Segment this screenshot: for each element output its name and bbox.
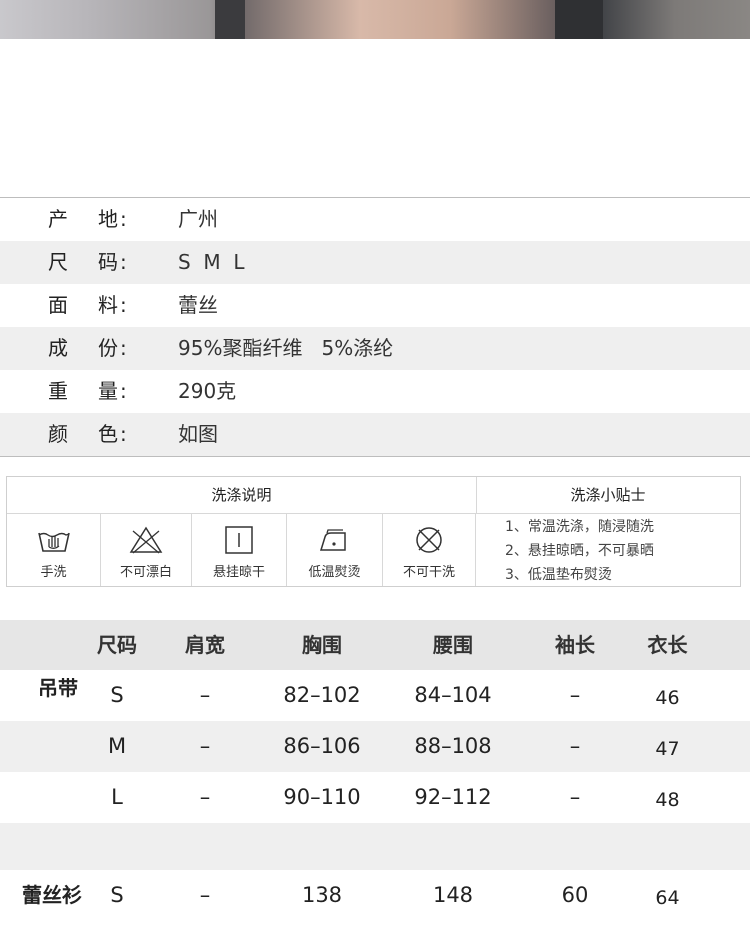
no-dry-clean-icon	[416, 527, 442, 553]
cell-size: M	[107, 734, 127, 758]
spec-label: 重量	[48, 379, 148, 403]
spec-row-composition: 成份 : 95%聚酯纤维 5%涤纶	[0, 327, 750, 370]
spec-row-origin: 产地 : 广州	[0, 198, 750, 241]
spec-value: 如图	[178, 422, 218, 446]
care-item-low-iron: 低温熨烫	[287, 513, 383, 586]
spec-colon: :	[120, 207, 127, 231]
care-label: 低温熨烫	[308, 565, 361, 580]
table-row: L – 90–110 92–112 – 48	[0, 772, 750, 823]
hang-dry-icon	[225, 526, 253, 554]
cell-size: L	[111, 785, 123, 809]
cell-size: S	[110, 883, 124, 907]
hand-wash-icon	[37, 532, 70, 552]
product-photo-strip	[0, 0, 750, 39]
group-label-camisole: 吊带	[38, 676, 78, 700]
care-item-no-dry-clean: 不可干洗	[383, 513, 476, 586]
spec-value: 95%聚酯纤维 5%涤纶	[178, 336, 394, 360]
header-size: 尺码	[97, 633, 137, 657]
care-label: 悬挂晾干	[212, 565, 265, 580]
cell-shoulder: –	[199, 883, 211, 907]
care-item-hand-wash: 手洗	[7, 513, 101, 586]
cell-shoulder: –	[199, 734, 211, 758]
cell-sleeve: –	[569, 734, 581, 758]
low-iron-icon	[319, 529, 346, 551]
spec-label: 面料	[48, 293, 148, 317]
header-bust: 胸围	[302, 633, 342, 657]
care-label: 手洗	[40, 565, 67, 580]
care-instructions-title: 洗涤说明	[7, 477, 477, 514]
cell-sleeve: 60	[561, 883, 589, 907]
group-label-lace-top: 蕾丝衫	[22, 883, 82, 907]
cell-waist: 88–108	[414, 734, 492, 758]
care-tip: 3、低温垫布熨烫	[505, 567, 612, 583]
care-item-no-bleach: 不可漂白	[101, 513, 192, 586]
cell-length: 47	[655, 738, 680, 760]
cell-shoulder: –	[199, 785, 211, 809]
cell-bust: 90–110	[283, 785, 361, 809]
care-tip: 2、悬挂晾晒，不可暴晒	[505, 543, 654, 559]
table-spacer-row	[0, 823, 750, 870]
table-row: M – 86–106 88–108 – 47	[0, 721, 750, 772]
care-item-hang-dry: 悬挂晾干	[192, 513, 287, 586]
spec-label: 成份	[48, 336, 148, 360]
spec-row-size: 尺码 : S M L	[0, 241, 750, 284]
care-tips-title: 洗涤小贴士	[476, 477, 740, 514]
care-tips: 1、常温洗涤，随浸随洗 2、悬挂晾晒，不可暴晒 3、低温垫布熨烫	[505, 515, 654, 587]
spec-colon: :	[120, 336, 127, 360]
cell-waist: 148	[432, 883, 474, 907]
cell-size: S	[110, 683, 124, 707]
spec-value: 290克	[178, 379, 237, 403]
spec-label: 颜色	[48, 422, 148, 446]
spec-value: 广州	[178, 207, 218, 231]
cell-length: 46	[655, 687, 680, 709]
spec-colon: :	[120, 293, 127, 317]
care-label: 不可漂白	[119, 565, 172, 580]
no-bleach-icon	[129, 526, 163, 554]
spec-label: 产地	[48, 207, 148, 231]
cell-sleeve: –	[569, 683, 581, 707]
spec-value: S M L	[178, 250, 245, 274]
cell-shoulder: –	[199, 683, 211, 707]
table-row: 蕾丝衫 S – 138 148 60 64	[0, 870, 750, 921]
spec-row-weight: 重量 : 290克	[0, 370, 750, 413]
care-label: 不可干洗	[402, 565, 455, 580]
size-table-header: 尺码 肩宽 胸围 腰围 袖长 衣长	[0, 620, 750, 670]
table-row: 吊带 S – 82–102 84–104 – 46	[0, 670, 750, 721]
cell-length: 48	[655, 789, 680, 811]
cell-waist: 92–112	[414, 785, 492, 809]
cell-bust: 86–106	[283, 734, 361, 758]
header-waist: 腰围	[433, 633, 473, 657]
header-length: 衣长	[647, 633, 688, 657]
spec-colon: :	[120, 422, 127, 446]
spec-row-fabric: 面料 : 蕾丝	[0, 284, 750, 327]
header-shoulder: 肩宽	[185, 633, 225, 657]
spec-list: 产地 : 广州 尺码 : S M L 面料 : 蕾丝 成份 : 95%聚酯纤维 …	[0, 197, 750, 457]
size-table: 尺码 肩宽 胸围 腰围 袖长 衣长 吊带 S – 82–102 84–104 –…	[0, 620, 750, 921]
spec-colon: :	[120, 379, 127, 403]
cell-length: 64	[655, 887, 680, 909]
care-tip: 1、常温洗涤，随浸随洗	[505, 519, 654, 535]
cell-sleeve: –	[569, 785, 581, 809]
cell-waist: 84–104	[414, 683, 492, 707]
spec-colon: :	[120, 250, 127, 274]
spec-row-color: 颜色 : 如图	[0, 413, 750, 456]
spec-value: 蕾丝	[178, 293, 218, 317]
cell-bust: 82–102	[283, 683, 361, 707]
header-sleeve: 袖长	[555, 633, 595, 657]
cell-bust: 138	[301, 883, 343, 907]
spec-label: 尺码	[48, 250, 148, 274]
